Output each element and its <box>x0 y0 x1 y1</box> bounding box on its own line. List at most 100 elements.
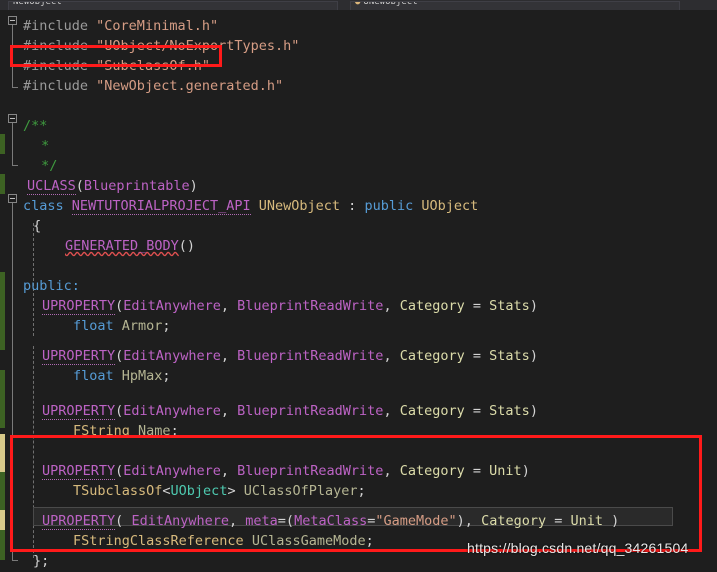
token-keyword-class: class <box>23 198 64 214</box>
token-preprocessor: #include <box>23 38 89 54</box>
fold-bracket-foot <box>12 560 18 561</box>
code-line: UPROPERTY(EditAnywhere, BlueprintReadWri… <box>42 346 538 366</box>
token-punct: , <box>220 348 229 364</box>
token-punct: ( <box>75 178 84 194</box>
token-punct: , <box>220 298 229 314</box>
indent-guide <box>33 346 34 558</box>
token-punct: ; <box>162 368 171 384</box>
token-punct: , <box>228 513 238 529</box>
code-line: /** <box>23 116 47 136</box>
token-macro-editanywhere: EditAnywhere <box>123 298 221 314</box>
code-line: */ <box>33 156 57 176</box>
token-punct: = <box>277 513 286 529</box>
code-line: public: <box>23 276 80 296</box>
outlining-margin[interactable] <box>5 10 23 572</box>
token-macro-editanywhere: EditAnywhere <box>123 403 221 419</box>
token-punct: : <box>348 198 357 214</box>
token-comment: * <box>33 138 50 154</box>
code-line: #include "UObject/NoExportTypes.h" <box>23 36 299 56</box>
code-line: GENERATED_BODY() <box>65 236 195 256</box>
token-punct: ; <box>365 533 374 549</box>
token-punct: < <box>162 483 171 499</box>
token-macro-metaclass: MetaClass <box>294 513 368 529</box>
navbar-member-dropdown[interactable]: ● UNewObject <box>350 1 680 10</box>
code-line: #include "CoreMinimal.h" <box>23 16 218 36</box>
token-preprocessor: #include <box>23 58 89 74</box>
token-identifier-armor: Armor <box>121 318 163 334</box>
token-punct: > <box>227 483 236 499</box>
code-line: TSubclassOf<UObject> UClassOfPlayer; <box>73 481 366 501</box>
code-line: UPROPERTY(EditAnywhere, BlueprintReadWri… <box>42 401 538 421</box>
token-attr-category: Category <box>399 403 465 419</box>
token-attr-unit: Unit <box>489 463 522 479</box>
code-line: float Armor; <box>73 316 171 336</box>
fold-bracket-line <box>12 25 13 87</box>
code-line: UPROPERTY(EditAnywhere, BlueprintReadWri… <box>42 461 530 481</box>
token-punct: ) <box>521 463 530 479</box>
fold-toggle-class[interactable] <box>8 194 17 203</box>
fold-bracket-line <box>12 203 13 560</box>
token-comment: /** <box>23 118 48 134</box>
token-keyword-public: public <box>364 198 414 214</box>
token-identifier-hpmax: HpMax <box>121 368 163 384</box>
watermark-text: https://blog.csdn.net/qq_34261504 <box>467 540 689 556</box>
token-type-fstringclassreference: FStringClassReference <box>73 533 244 549</box>
token-string-gamemode: "GameMode" <box>375 513 457 529</box>
token-macro-editanywhere: EditAnywhere <box>131 513 229 529</box>
token-punct: ) <box>611 513 620 529</box>
token-preprocessor: #include <box>23 78 89 94</box>
token-keyword-float: float <box>73 368 114 384</box>
token-macro-uproperty: UPROPERTY <box>42 348 116 365</box>
code-text-area[interactable]: #include "CoreMinimal.h" #include "UObje… <box>23 10 717 572</box>
token-attr-unit: Unit <box>570 513 604 529</box>
token-punct: = <box>472 463 482 479</box>
token-macro-uproperty: UPROPERTY <box>42 298 116 315</box>
token-macro-blueprintreadwrite: BlueprintReadWrite <box>237 403 384 419</box>
class-icon: ● <box>355 1 361 7</box>
token-string: "SubclassOf.h" <box>96 58 210 74</box>
code-line: FStringClassReference UClassGameMode; <box>73 531 374 551</box>
code-editor-surface[interactable]: #include "CoreMinimal.h" #include "UObje… <box>0 10 717 572</box>
token-type-tsubclassof: TSubclassOf <box>73 483 163 499</box>
token-macro-uproperty: UPROPERTY <box>42 513 116 530</box>
token-identifier-uclassofplayer: UClassOfPlayer <box>243 483 358 499</box>
token-macro-uproperty: UPROPERTY <box>42 463 116 480</box>
code-line: }; <box>33 551 49 571</box>
token-attr-category: Category <box>399 298 465 314</box>
token-attr-category: Category <box>481 513 547 529</box>
token-type-fstring: FString <box>73 423 130 439</box>
token-access-specifier: public: <box>23 278 80 294</box>
token-punct: = <box>472 348 482 364</box>
code-line: { <box>33 216 41 236</box>
token-punct: ) <box>529 403 538 419</box>
token-attr-stats: Stats <box>489 298 530 314</box>
fold-toggle-includes[interactable] <box>8 16 17 25</box>
code-line: UCLASS(Blueprintable) <box>27 176 198 196</box>
token-punct: , <box>383 463 392 479</box>
token-macro-uproperty: UPROPERTY <box>42 403 116 420</box>
token-type-uobject: UObject <box>170 483 228 499</box>
navbar-type-dropdown[interactable]: NewObject <box>8 1 338 10</box>
token-keyword-float: float <box>73 318 114 334</box>
code-line: UPROPERTY( EditAnywhere, meta=(MetaClass… <box>42 511 619 531</box>
token-macro-uclass: UCLASS <box>27 178 76 195</box>
token-macro-blueprintable: Blueprintable <box>83 178 190 194</box>
code-line: float HpMax; <box>73 366 171 386</box>
token-punct: ) <box>456 513 465 529</box>
token-comment: */ <box>33 158 58 174</box>
fold-toggle-comment[interactable] <box>8 114 17 123</box>
token-preprocessor: #include <box>23 18 89 34</box>
token-identifier-name: Name <box>138 423 171 439</box>
fold-bracket-line <box>12 123 13 165</box>
token-attr-stats: Stats <box>489 403 530 419</box>
token-string: "CoreMinimal.h" <box>96 18 219 34</box>
token-punct: () <box>178 238 196 254</box>
token-string: "NewObject.generated.h" <box>96 78 284 94</box>
token-punct: }; <box>33 553 50 569</box>
token-macro-api: NEWTUTORIALPROJECT_API <box>71 198 251 215</box>
token-identifier-uclassgamemode: UClassGameMode <box>251 533 366 549</box>
code-line: class NEWTUTORIALPROJECT_API UNewObject … <box>23 196 478 216</box>
token-punct: ( <box>285 513 295 529</box>
token-macro-editanywhere: EditAnywhere <box>123 463 221 479</box>
token-punct: , <box>220 463 229 479</box>
